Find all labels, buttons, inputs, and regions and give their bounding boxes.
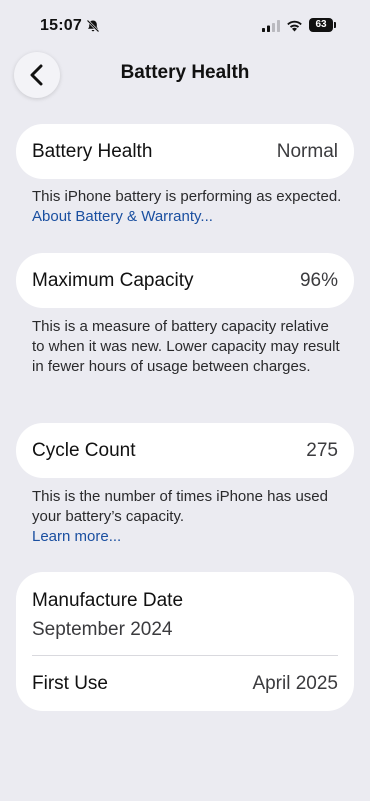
first-use-row: First Use April 2025: [32, 656, 338, 711]
first-use-label: First Use: [32, 672, 108, 694]
learn-more-link[interactable]: Learn more...: [32, 528, 121, 545]
cellular-signal-icon: [262, 20, 280, 32]
maximum-capacity-value: 96%: [299, 269, 338, 291]
battery-health-value: Normal: [276, 140, 338, 162]
silent-mode-bell-icon: [86, 19, 100, 33]
cycle-count-label: Cycle Count: [32, 439, 136, 461]
page-title: Battery Health: [120, 62, 250, 83]
dates-card: Manufacture Date September 2024 First Us…: [16, 572, 354, 711]
manufacture-date-label: Manufacture Date: [32, 590, 184, 611]
maximum-capacity-description: This is a measure of battery capacity re…: [32, 318, 340, 375]
maximum-capacity-card: Maximum Capacity 96%: [16, 253, 354, 308]
battery-health-card: Battery Health Normal: [16, 124, 354, 179]
battery-level: 63: [309, 18, 333, 32]
cycle-count-description-text: This is the number of times iPhone has u…: [32, 488, 328, 525]
battery-health-row: Battery Health Normal: [32, 124, 338, 179]
maximum-capacity-label: Maximum Capacity: [32, 269, 194, 291]
status-time: 15:07: [40, 17, 82, 34]
battery-icon: 63: [309, 18, 337, 32]
cycle-count-card: Cycle Count 275: [16, 423, 354, 478]
battery-health-description: This iPhone battery is performing as exp…: [32, 187, 344, 227]
cycle-count-row: Cycle Count 275: [32, 423, 338, 478]
status-bar: 15:07 63: [0, 0, 370, 44]
battery-tip: [334, 22, 336, 28]
chevron-left-icon: [30, 64, 43, 86]
first-use-value: April 2025: [252, 672, 338, 694]
screen: 15:07 63 Battery Health Battery Health N…: [0, 0, 370, 801]
back-button[interactable]: [14, 52, 60, 98]
cycle-count-value: 275: [306, 439, 338, 461]
cycle-count-description: This is the number of times iPhone has u…: [32, 487, 344, 547]
battery-health-description-text: This iPhone battery is performing as exp…: [32, 188, 342, 205]
battery-health-label: Battery Health: [32, 140, 153, 162]
about-battery-warranty-link[interactable]: About Battery & Warranty...: [32, 208, 213, 225]
wifi-icon: [287, 20, 302, 32]
maximum-capacity-row: Maximum Capacity 96%: [32, 253, 338, 308]
manufacture-date-value: September 2024: [32, 619, 173, 640]
